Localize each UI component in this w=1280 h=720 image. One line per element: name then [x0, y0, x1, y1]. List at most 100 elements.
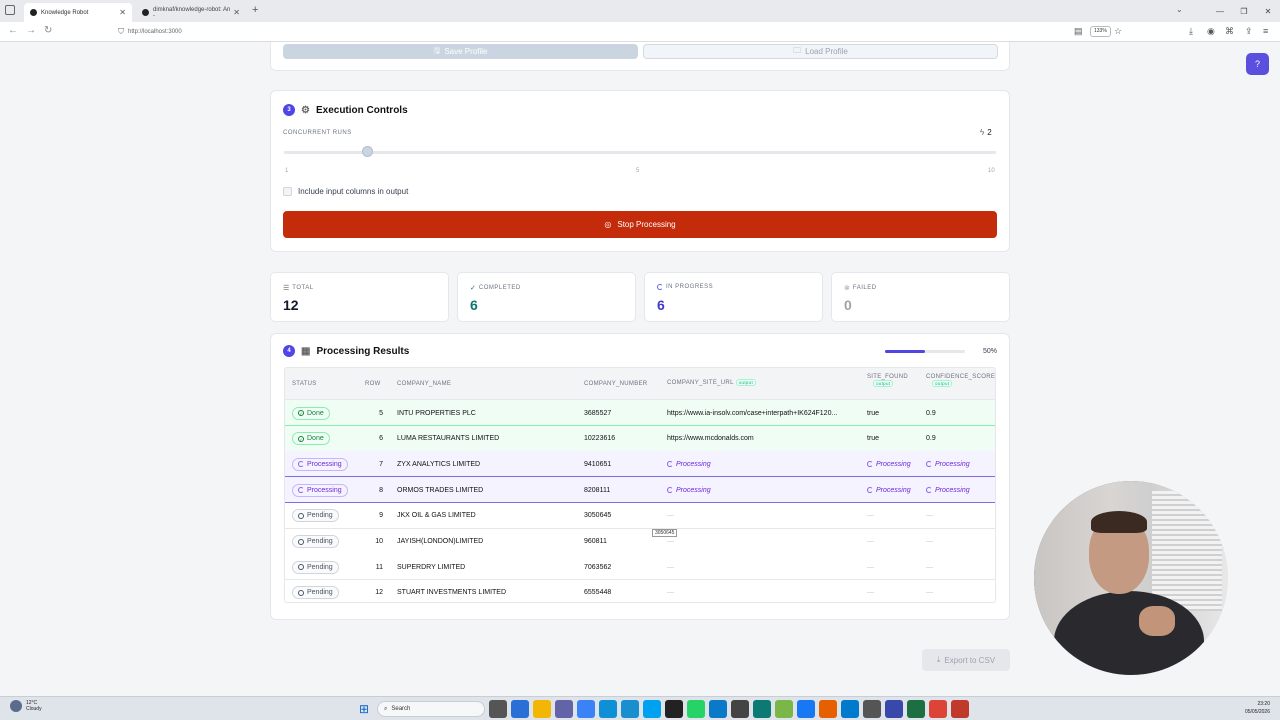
- stop-circle-icon: ◎: [604, 220, 612, 229]
- profile-card: 🖫 Save Profile 🗀 Load Profile: [270, 42, 1010, 71]
- windows-start-icon[interactable]: ⊞: [355, 700, 373, 718]
- share-icon[interactable]: ⇪: [1245, 26, 1253, 37]
- stat-in-progress: IN PROGRESS 6: [644, 272, 823, 322]
- search-icon: ⌕: [384, 705, 388, 712]
- table-row[interactable]: Pending 12 STUART INVESTMENTS LIMITED 65554…: [285, 579, 995, 602]
- windows-taskbar: 12°C Cloudy ⊞ ⌕ Search 23:20 05/05/2026: [0, 696, 1280, 720]
- column-header-company-number[interactable]: COMPANY_NUMBER: [584, 381, 647, 387]
- table-row[interactable]: ✓ Done 5 INTU PROPERTIES PLC 3685527 https://…: [285, 400, 995, 426]
- vscode-icon[interactable]: [841, 700, 859, 718]
- teams-icon[interactable]: [555, 700, 573, 718]
- taskbar-search[interactable]: ⌕ Search: [377, 701, 485, 717]
- column-header-site-found[interactable]: SITE_FOUND output: [867, 374, 908, 387]
- concurrent-runs-slider-thumb[interactable]: [362, 146, 373, 157]
- column-header-confidence-score[interactable]: CONFIDENCE_SCORE output: [926, 374, 995, 387]
- menu-icon[interactable]: ≡: [1263, 26, 1268, 36]
- back-icon[interactable]: ←: [8, 25, 18, 36]
- stop-processing-button[interactable]: ◎ Stop Processing: [283, 211, 997, 238]
- tab-close-icon[interactable]: ✕: [119, 8, 126, 17]
- forward-icon[interactable]: →: [26, 25, 36, 36]
- spinner-icon: [657, 284, 663, 290]
- tab-list-chevron-icon[interactable]: ⌄: [1176, 5, 1183, 14]
- include-input-label: Include input columns in output: [298, 187, 409, 196]
- whatsapp-icon[interactable]: [687, 700, 705, 718]
- save-profile-button[interactable]: 🖫 Save Profile: [283, 44, 638, 59]
- table-row[interactable]: ✓ Done 6 LUMA RESTAURANTS LIMITED 10223616 ht…: [285, 425, 995, 452]
- app-icon[interactable]: [709, 700, 727, 718]
- cell-found: Processing: [867, 477, 923, 503]
- minimize-icon[interactable]: —: [1208, 7, 1232, 16]
- column-header-status[interactable]: STATUS: [292, 381, 317, 387]
- cell-row: 6: [379, 435, 383, 443]
- slider-tick-min: 1: [285, 168, 289, 174]
- export-csv-button[interactable]: ⤓ Export to CSV: [922, 649, 1010, 671]
- results-table-header: STATUS ROW COMPANY_NAME COMPANY_NUMBER C…: [285, 368, 995, 400]
- app-icon[interactable]: [753, 700, 771, 718]
- column-header-company-name[interactable]: COMPANY_NAME: [397, 381, 451, 387]
- load-profile-button[interactable]: 🗀 Load Profile: [643, 44, 998, 59]
- account-icon[interactable]: ◉: [1207, 26, 1215, 37]
- concurrent-runs-slider-track[interactable]: [284, 151, 996, 154]
- table-row[interactable]: Pending 11 SUPERDRY LIMITED 7063562 — — —: [285, 554, 995, 581]
- bookmark-star-icon[interactable]: ☆: [1114, 26, 1122, 37]
- clock-icon: [298, 564, 304, 571]
- reader-view-icon[interactable]: ▤: [1074, 26, 1083, 37]
- cell-found: true: [867, 435, 880, 443]
- url-field[interactable]: ⛉ http://localhost:3000: [118, 25, 182, 39]
- zoom-indicator[interactable]: 133%: [1090, 26, 1111, 37]
- copilot-icon[interactable]: [511, 700, 529, 718]
- cell-score: Processing: [926, 477, 995, 503]
- cell-row: 5: [379, 409, 383, 417]
- app-icon[interactable]: [863, 700, 881, 718]
- site-info-icon[interactable]: ⛉: [118, 27, 124, 37]
- spinner-icon: [867, 461, 873, 468]
- extension-icon[interactable]: ⌘: [1225, 26, 1234, 37]
- column-header-row[interactable]: ROW: [365, 381, 381, 387]
- tab-knowledge-robot[interactable]: Knowledge Robot ✕: [24, 3, 132, 22]
- cell-url: —: [667, 563, 674, 571]
- excel-icon[interactable]: [907, 700, 925, 718]
- cell-url: https://www.ia-insolv.com/case+interpath…: [667, 409, 838, 417]
- app-icon[interactable]: [885, 700, 903, 718]
- skype-icon[interactable]: [643, 700, 661, 718]
- weather-widget[interactable]: 12°C Cloudy: [10, 700, 42, 712]
- cell-status: Processing: [292, 451, 362, 477]
- app-icon[interactable]: [665, 700, 683, 718]
- table-row[interactable]: Processing 7 ZYX ANALYTICS LIMITED 9410651 P…: [285, 451, 995, 478]
- help-button[interactable]: ?: [1246, 53, 1269, 75]
- table-row[interactable]: Pending 10 JAYISH(LONDON)LIMITED 960811 — — —: [285, 528, 995, 555]
- table-row[interactable]: Pending 9 JKX OIL & GAS LIMITED 3050645 — — —: [285, 502, 995, 529]
- firefox-icon[interactable]: [819, 700, 837, 718]
- include-input-checkbox[interactable]: [283, 187, 292, 196]
- facebook-icon[interactable]: [797, 700, 815, 718]
- system-clock[interactable]: 23:20 05/05/2026: [1245, 700, 1270, 716]
- window-close-icon[interactable]: ✕: [1256, 7, 1280, 16]
- app-icon[interactable]: [621, 700, 639, 718]
- edge-icon[interactable]: [599, 700, 617, 718]
- tab-github[interactable]: dimknaf/knowledge-robot: An - ✕: [136, 3, 246, 22]
- file-explorer-icon[interactable]: [533, 700, 551, 718]
- cell-name: SUPERDRY LIMITED: [397, 563, 466, 571]
- task-view-icon[interactable]: [489, 700, 507, 718]
- restore-icon[interactable]: ❐: [1232, 7, 1256, 16]
- column-header-company-site-url[interactable]: COMPANY_SITE_URL output: [667, 379, 757, 386]
- chrome-icon[interactable]: [929, 700, 947, 718]
- downloads-icon[interactable]: ⤓: [1189, 26, 1193, 37]
- tab-close-icon[interactable]: ✕: [233, 8, 240, 17]
- cell-number: 10223616: [584, 435, 616, 443]
- cell-score: 0.9: [926, 409, 936, 417]
- app-icon[interactable]: [731, 700, 749, 718]
- table-row[interactable]: Processing 8 ORMOS TRADES LIMITED 8208111 Pr…: [285, 477, 995, 504]
- cell-name: ZYX ANALYTICS LIMITED: [397, 460, 481, 468]
- cell-row: 12: [375, 589, 383, 597]
- reload-icon[interactable]: ↻: [44, 25, 52, 36]
- app-icon[interactable]: [951, 700, 969, 718]
- status-badge: Pending: [292, 586, 339, 600]
- new-tab-icon[interactable]: +: [252, 4, 258, 16]
- sidebar-toggle-icon[interactable]: [5, 5, 15, 15]
- app-icon[interactable]: [577, 700, 595, 718]
- cell-status: Processing: [292, 477, 362, 503]
- cell-status: Pending: [292, 554, 362, 580]
- app-icon[interactable]: [775, 700, 793, 718]
- folder-icon: 🗀: [793, 45, 802, 55]
